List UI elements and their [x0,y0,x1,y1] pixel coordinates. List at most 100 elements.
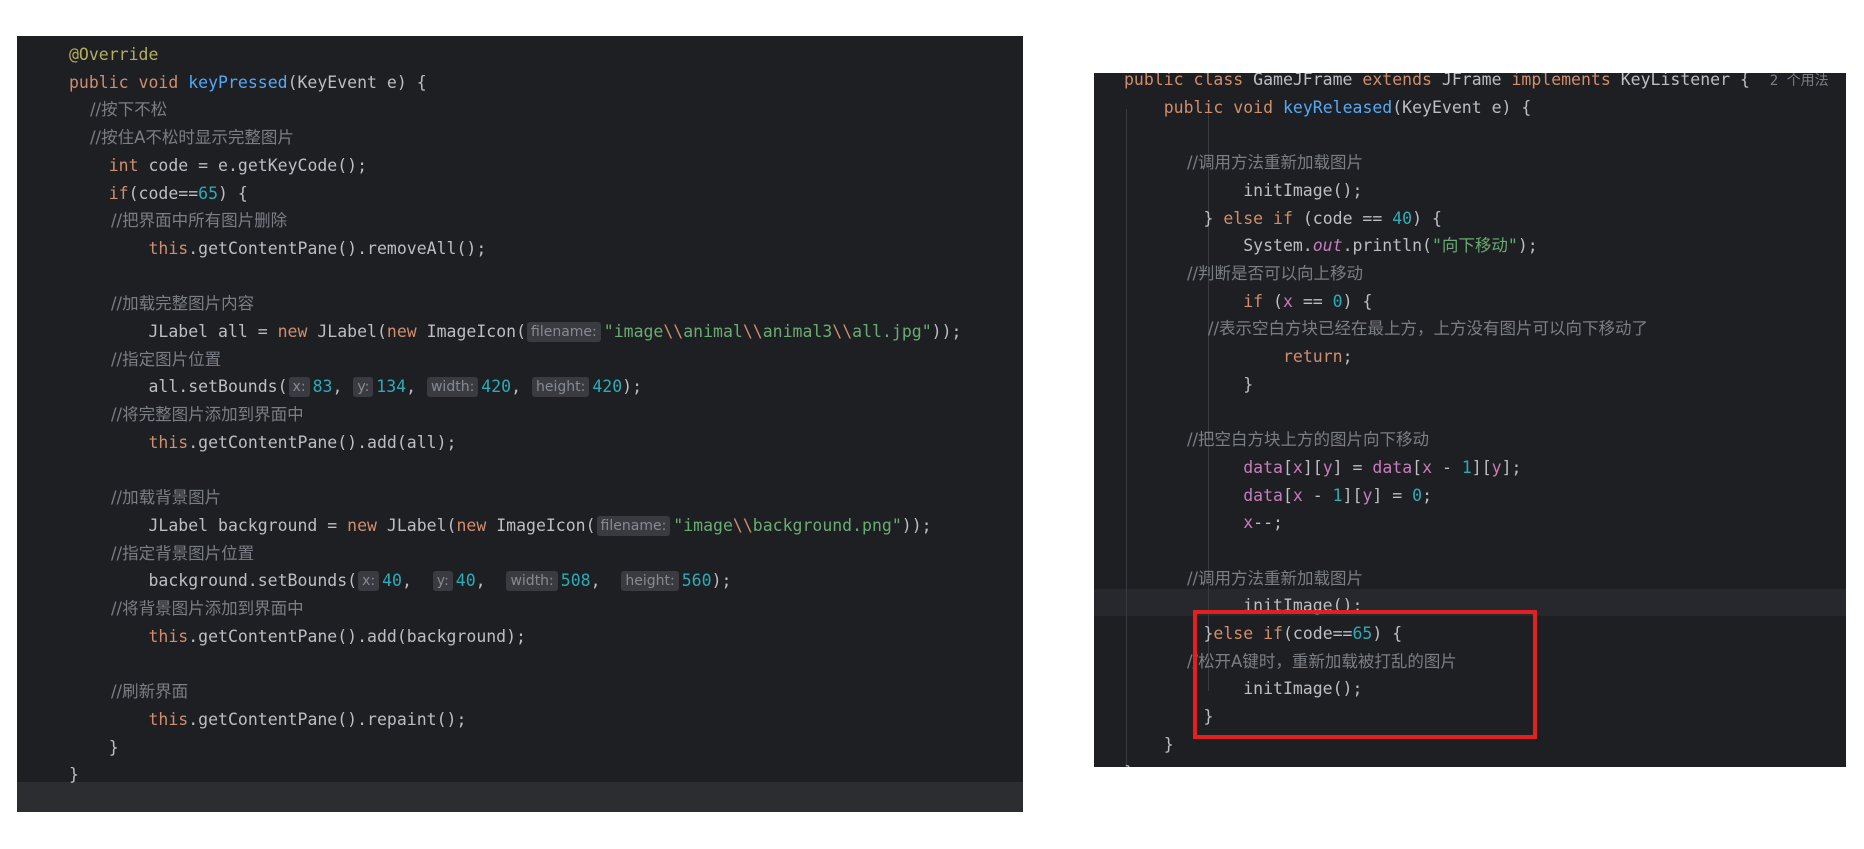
code-token: } [1124,734,1174,754]
code-line[interactable]: //指定图片位置 [17,346,1023,373]
code-token: this [148,709,189,729]
code-token: background.setBounds( [69,571,358,591]
code-token: (code == [1302,208,1393,228]
code-token: , [511,377,531,397]
code-line[interactable]: int code = e.getKeyCode(); [17,152,1023,179]
code-line[interactable]: //把界面中所有图片删除 [17,207,1023,234]
code-token: "向下移动" [1431,236,1518,256]
code-token: 2 个用法 [1769,73,1829,89]
parameter-hint: filename: [527,322,601,342]
code-line[interactable]: //将背景图片添加到界面中 [17,595,1023,622]
code-line[interactable]: initImage(); [1094,177,1846,204]
code-line[interactable]: //判断是否可以向上移动 [1094,260,1846,287]
code-token: , [590,571,621,591]
code-token: 1 [1461,457,1472,477]
code-token: [ [1282,457,1293,477]
code-token: if [1243,291,1274,311]
code-token: public void [1163,97,1283,117]
code-token: x [1243,513,1254,533]
code-line[interactable]: } [1094,371,1846,398]
code-line[interactable]: return; [1094,343,1846,370]
code-token: 83 [312,377,333,397]
code-line[interactable]: public void keyPressed(KeyEvent e) { [17,69,1023,96]
code-token: KeyListener { [1620,73,1770,89]
code-line[interactable]: if (x == 0) { [1094,288,1846,315]
code-line[interactable]: this.getContentPane().add(background); [17,623,1023,650]
code-token: 1 [1332,485,1343,505]
code-line[interactable]: this.getContentPane().add(all); [17,429,1023,456]
code-token: //加载背景图片 [69,488,222,508]
code-token: public void [69,72,189,92]
code-token: y [1362,485,1373,505]
code-token: )); [931,322,962,341]
code-line[interactable]: @Override [17,41,1023,68]
code-line[interactable]: //刷新界面 [17,678,1023,705]
code-token: //按住A不松时显示完整图片 [69,128,294,148]
left-code-editor[interactable]: @Override public void keyPressed(KeyEvent… [17,36,1023,812]
code-line[interactable]: JLabel background = new JLabel(new Image… [17,512,1023,539]
code-token: new [277,322,318,341]
code-token: all.setBounds( [69,377,288,397]
code-line[interactable]: data[x][y] = data[x - 1][y]; [1094,454,1846,481]
code-token: .getContentPane().repaint(); [188,709,467,729]
code-line[interactable]: } [1094,759,1846,768]
parameter-hint: filename: [596,515,671,536]
code-line[interactable]: //调用方法重新加载图片 [1094,149,1846,176]
code-line[interactable]: this.getContentPane().removeAll(); [17,235,1023,262]
parameter-hint: height: [621,571,679,592]
parameter-hint: width: [506,571,558,592]
code-token: 0 [1332,291,1343,311]
code-line[interactable]: data[x - 1][y] = 0; [1094,482,1846,509]
code-line[interactable]: } else if (code == 40) { [1094,205,1846,232]
code-token: public class [1124,73,1254,89]
code-token: ); [1517,236,1538,256]
code-line[interactable]: //指定背景图片位置 [17,540,1023,567]
code-line[interactable] [1094,398,1846,425]
code-line[interactable]: public void keyReleased(KeyEvent e) { [1094,94,1846,121]
code-token: } [69,737,119,757]
code-line[interactable] [17,263,1023,290]
code-token: this [148,238,189,258]
code-line[interactable]: } [17,761,1023,788]
code-token: } [1124,374,1254,394]
code-line[interactable]: //加载完整图片内容 [17,290,1023,317]
code-token: new [456,515,497,535]
code-line[interactable]: //按住A不松时显示完整图片 [17,124,1023,151]
code-line[interactable]: //将完整图片添加到界面中 [17,401,1023,428]
code-line[interactable]: x--; [1094,509,1846,536]
code-token: 560 [681,571,712,591]
code-line[interactable]: System.out.println("向下移动"); [1094,232,1846,259]
code-token: ; [1342,347,1353,366]
code-line[interactable] [17,457,1023,484]
code-line[interactable]: all.setBounds(x: 83, y: 134, width: 420, he… [17,373,1023,400]
code-token: GameJFrame [1253,73,1363,89]
code-token: .getContentPane().add(background); [188,626,526,646]
code-token: ; [1422,485,1433,505]
code-token: x [1282,291,1293,311]
code-line[interactable]: public class GameJFrame extends JFrame i… [1094,73,1846,93]
code-line[interactable]: //按下不松 [17,96,1023,123]
code-line[interactable] [1094,537,1846,564]
code-token: ][ [1342,485,1363,505]
code-token: == [1292,291,1333,311]
code-line[interactable]: //加载背景图片 [17,484,1023,511]
code-line[interactable]: //调用方法重新加载图片 [1094,565,1846,592]
code-line[interactable]: //表示空白方块已经在最上方，上方没有图片可以向下移动了 [1094,315,1846,342]
code-line[interactable]: } [17,734,1023,761]
code-token: ); [622,377,643,397]
code-line[interactable]: if(code==65) { [17,180,1023,207]
code-token: 0 [1412,485,1423,505]
code-line[interactable]: this.getContentPane().repaint(); [17,706,1023,733]
code-line[interactable] [17,650,1023,677]
code-token: ); [711,571,732,591]
code-line[interactable]: background.setBounds(x: 40, y: 40, width: 5… [17,567,1023,594]
code-token: .getContentPane().removeAll(); [188,238,487,258]
code-line[interactable] [1094,121,1846,148]
parameter-hint: y: [353,377,374,398]
code-line[interactable]: //把空白方块上方的图片向下移动 [1094,426,1846,453]
code-line[interactable]: JLabel all = new JLabel(new ImageIcon(fi… [17,318,1023,345]
code-token: --; [1253,513,1283,533]
